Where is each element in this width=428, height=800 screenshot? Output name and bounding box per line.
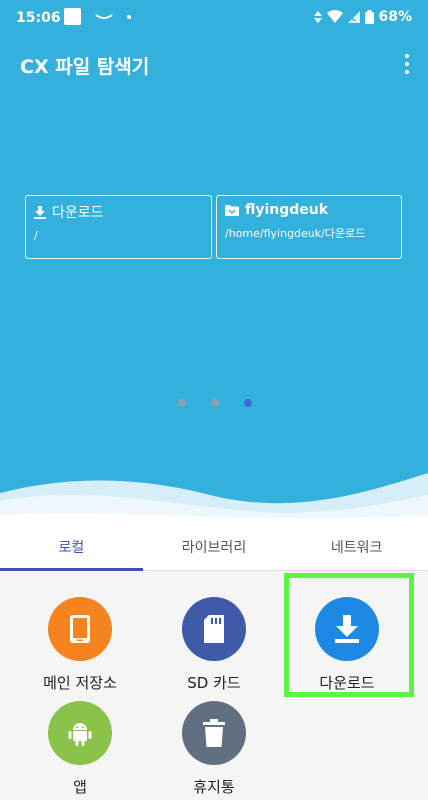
page-dot[interactable] xyxy=(178,399,186,407)
amazon-smile-icon xyxy=(95,13,113,19)
storage-grid: 메인 저장소 SD 카드 다운로드 앱 휴지통 xyxy=(0,571,428,800)
tile-label: 메인 저장소 xyxy=(43,674,117,692)
download-small-icon xyxy=(34,205,46,219)
card-path: /home/flyingdeuk/다운로드 xyxy=(225,227,366,240)
data-arrows-icon xyxy=(314,11,323,23)
status-time: 15:06 xyxy=(16,10,61,26)
more-options-icon[interactable] xyxy=(404,54,410,74)
tab-library[interactable]: 라이브러리 xyxy=(143,523,286,570)
sd-card-tile[interactable]: SD 카드 xyxy=(144,597,284,693)
battery-percentage: 68% xyxy=(378,9,412,25)
sd-card-icon xyxy=(182,597,246,661)
header-banner: 15:06 68% CX 파일 탐색기 다운로드 / flyingdeuk /h… xyxy=(0,0,428,523)
main-storage-tile[interactable]: 메인 저장소 xyxy=(10,597,150,693)
selection-highlight xyxy=(284,573,414,697)
tile-label: 앱 xyxy=(73,778,87,796)
page-dot-active[interactable] xyxy=(244,399,252,407)
category-tabs: 로컬 라이브러리 네트워크 xyxy=(0,523,428,571)
recent-location-card-downloads[interactable]: 다운로드 / xyxy=(25,195,212,259)
tab-local[interactable]: 로컬 xyxy=(0,523,143,571)
trash-tile[interactable]: 휴지통 xyxy=(144,701,284,797)
status-bar: 15:06 68% xyxy=(0,0,428,36)
wifi-icon xyxy=(327,10,344,23)
android-icon xyxy=(48,701,112,765)
phone-icon xyxy=(48,597,112,661)
page-indicator xyxy=(178,399,252,407)
battery-icon xyxy=(365,10,375,24)
wave-decoration xyxy=(0,473,428,523)
trash-icon xyxy=(182,701,246,765)
more-notifications-dot-icon xyxy=(127,14,131,19)
app-title: CX 파일 탐색기 xyxy=(20,56,150,78)
card-title: flyingdeuk xyxy=(245,202,329,218)
card-path: / xyxy=(34,229,38,242)
tile-label: SD 카드 xyxy=(187,674,241,692)
apps-tile[interactable]: 앱 xyxy=(10,701,150,797)
signal-icon xyxy=(348,11,361,23)
tab-network[interactable]: 네트워크 xyxy=(285,523,428,570)
page-dot[interactable] xyxy=(211,399,219,407)
notification-app-icon xyxy=(64,8,81,25)
tile-label: 휴지통 xyxy=(193,778,235,796)
folder-icon xyxy=(225,205,239,216)
recent-location-card-flyingdeuk[interactable]: flyingdeuk /home/flyingdeuk/다운로드 xyxy=(216,195,402,259)
card-title: 다운로드 xyxy=(52,205,104,221)
